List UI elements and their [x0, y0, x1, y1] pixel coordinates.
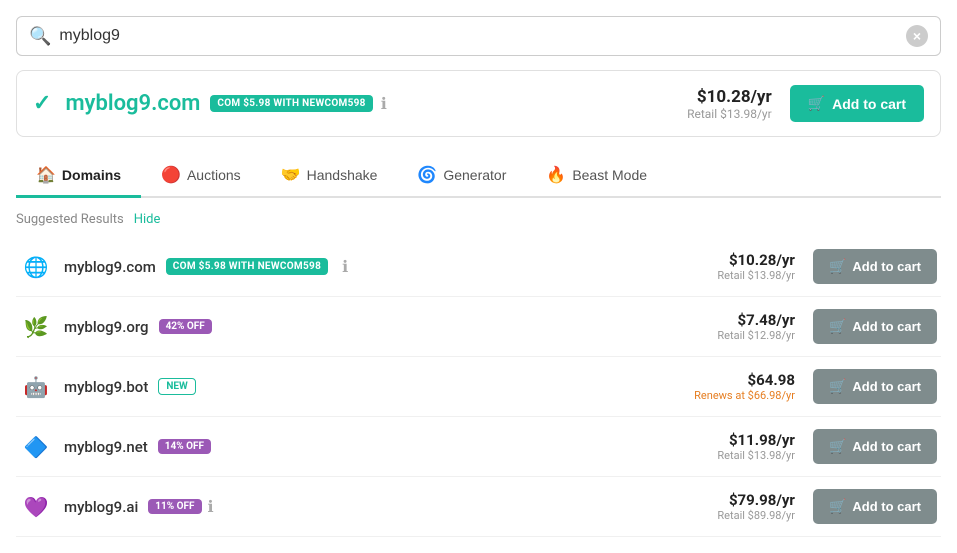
tab-auctions[interactable]: 🔴 Auctions — [141, 155, 261, 198]
price-main: $10.28/yr — [717, 251, 795, 269]
domain-name: myblog9.org — [64, 318, 149, 336]
featured-add-to-cart-button[interactable]: 🛒 Add to cart — [790, 85, 924, 122]
search-input[interactable] — [59, 27, 906, 45]
add-to-cart-button[interactable]: 🛒 Add to cart — [813, 249, 937, 284]
add-to-cart-label: Add to cart — [852, 379, 921, 394]
promo-badge: COM $5.98 WITH NEWCOM598 — [166, 258, 328, 275]
domain-price: $7.48/yr Retail $12.98/yr — [717, 311, 795, 342]
domain-name: myblog9.bot — [64, 378, 148, 396]
domain-globe-icon: 🌐 — [20, 251, 52, 283]
price-secondary: Retail $13.98/yr — [717, 269, 795, 282]
handshake-icon: 🤝 — [281, 165, 301, 185]
domain-price: $11.98/yr Retail $13.98/yr — [717, 431, 795, 462]
search-icon: 🔍 — [29, 26, 51, 47]
price-main: $64.98 — [694, 371, 795, 389]
price-main: $79.98/yr — [717, 491, 795, 509]
domains-icon: 🏠 — [36, 165, 56, 185]
domain-price: $10.28/yr Retail $13.98/yr — [717, 251, 795, 282]
cart-icon: 🛒 — [829, 438, 846, 455]
domain-price: $64.98 Renews at $66.98/yr — [694, 371, 795, 402]
domain-row: 🤖 myblog9.bot NEW $64.98 Renews at $66.9… — [16, 357, 941, 417]
domain-globe-icon: 🤖 — [20, 371, 52, 403]
check-icon: ✓ — [33, 91, 51, 116]
cart-icon: 🛒 — [829, 318, 846, 335]
discount-badge: 11% OFF — [148, 499, 201, 514]
domain-name: myblog9.com — [64, 258, 156, 276]
price-secondary: Retail $89.98/yr — [717, 509, 795, 522]
add-to-cart-button[interactable]: 🛒 Add to cart — [813, 309, 937, 344]
info-icon[interactable]: ℹ — [208, 497, 214, 516]
domain-globe-icon: 🔷 — [20, 431, 52, 463]
featured-result: ✓ myblog9.com COM $5.98 WITH NEWCOM598 ℹ… — [16, 70, 941, 137]
add-to-cart-button[interactable]: 🛒 Add to cart — [813, 429, 937, 464]
add-to-cart-label: Add to cart — [852, 259, 921, 274]
domain-globe-icon: 🌿 — [20, 311, 52, 343]
cart-icon: 🛒 — [829, 378, 846, 395]
add-to-cart-label: Add to cart — [852, 439, 921, 454]
domain-name: myblog9.net — [64, 438, 148, 456]
featured-price-retail: Retail $13.98/yr — [687, 107, 772, 121]
domain-name: myblog9.ai — [64, 498, 138, 516]
price-secondary: Retail $13.98/yr — [717, 449, 795, 462]
tab-domains[interactable]: 🏠 Domains — [16, 155, 141, 198]
search-clear-button[interactable]: × — [906, 25, 928, 47]
suggested-label: Suggested Results — [16, 212, 124, 227]
tab-beast-mode[interactable]: 🔥 Beast Mode — [526, 155, 667, 198]
add-to-cart-label: Add to cart — [852, 319, 921, 334]
info-icon[interactable]: ℹ — [381, 94, 387, 113]
add-to-cart-label: Add to cart — [852, 499, 921, 514]
info-icon[interactable]: ℹ — [342, 257, 348, 276]
suggested-header: Suggested Results Hide — [16, 212, 941, 227]
tab-handshake[interactable]: 🤝 Handshake — [261, 155, 398, 198]
auctions-icon: 🔴 — [161, 165, 181, 185]
cart-icon: 🛒 — [829, 258, 846, 275]
price-secondary: Renews at $66.98/yr — [694, 389, 795, 402]
featured-domain: myblog9.com — [65, 91, 200, 116]
tab-generator[interactable]: 🌀 Generator — [397, 155, 526, 198]
domain-globe-icon: 💜 — [20, 491, 52, 523]
price-main: $11.98/yr — [717, 431, 795, 449]
featured-price-main: $10.28/yr — [687, 87, 772, 107]
tabs: 🏠 Domains 🔴 Auctions 🤝 Handshake 🌀 Gener… — [16, 155, 941, 198]
domain-price: $79.98/yr Retail $89.98/yr — [717, 491, 795, 522]
discount-badge: 42% OFF — [159, 319, 212, 334]
price-secondary: Retail $12.98/yr — [717, 329, 795, 342]
domain-row: 🌿 myblog9.org 42% OFF $7.48/yr Retail $1… — [16, 297, 941, 357]
add-to-cart-button[interactable]: 🛒 Add to cart — [813, 369, 937, 404]
price-main: $7.48/yr — [717, 311, 795, 329]
domain-row: 🔷 myblog9.net 14% OFF $11.98/yr Retail $… — [16, 417, 941, 477]
generator-icon: 🌀 — [417, 165, 437, 185]
new-badge: NEW — [158, 378, 195, 395]
hide-link[interactable]: Hide — [134, 212, 161, 227]
domain-row: 🌐 myblog9.com COM $5.98 WITH NEWCOM598ℹ … — [16, 237, 941, 297]
domain-row: 💜 myblog9.ai 11% OFF ℹ $79.98/yr Retail $… — [16, 477, 941, 537]
featured-promo-badge: COM $5.98 WITH NEWCOM598 — [210, 95, 372, 112]
beast-mode-icon: 🔥 — [546, 165, 566, 185]
domain-list: 🌐 myblog9.com COM $5.98 WITH NEWCOM598ℹ … — [16, 237, 941, 537]
discount-badge: 14% OFF — [158, 439, 211, 454]
cart-icon: 🛒 — [808, 95, 825, 112]
featured-price: $10.28/yr Retail $13.98/yr — [687, 87, 772, 121]
cart-icon: 🛒 — [829, 498, 846, 515]
search-bar: 🔍 × — [16, 16, 941, 56]
